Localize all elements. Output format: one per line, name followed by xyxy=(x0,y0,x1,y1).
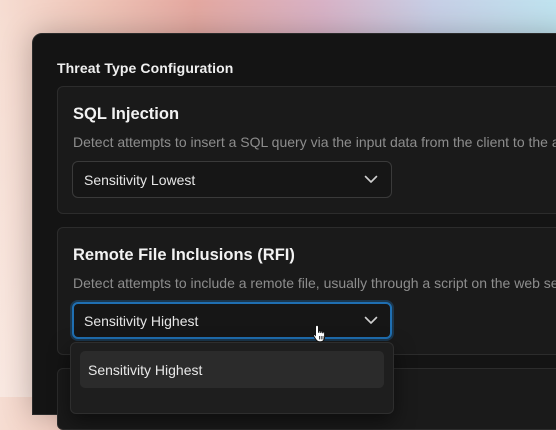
sensitivity-select[interactable]: Sensitivity Highest xyxy=(72,302,392,339)
section-title: Threat Type Configuration xyxy=(57,60,234,76)
card-description: Detect attempts to include a remote file… xyxy=(73,275,556,291)
chevron-down-icon xyxy=(364,316,378,324)
hand-pointer-icon xyxy=(312,324,326,343)
sensitivity-dropdown-menu: Sensitivity Highest xyxy=(70,342,394,414)
chevron-down-icon xyxy=(364,175,378,183)
threat-card-sql-injection: SQL Injection Detect attempts to insert … xyxy=(57,86,556,214)
dropdown-option-sensitivity-highest[interactable]: Sensitivity Highest xyxy=(80,351,384,388)
card-description: Detect attempts to insert a SQL query vi… xyxy=(73,134,556,150)
option-label: Sensitivity Highest xyxy=(88,362,203,378)
sensitivity-select[interactable]: Sensitivity Lowest xyxy=(72,161,392,198)
card-title: Remote File Inclusions (RFI) xyxy=(73,246,295,264)
select-value: Sensitivity Lowest xyxy=(84,172,196,188)
select-value: Sensitivity Highest xyxy=(84,313,199,329)
card-title: SQL Injection xyxy=(73,105,180,123)
threat-card-rfi: Remote File Inclusions (RFI) Detect atte… xyxy=(57,227,556,355)
